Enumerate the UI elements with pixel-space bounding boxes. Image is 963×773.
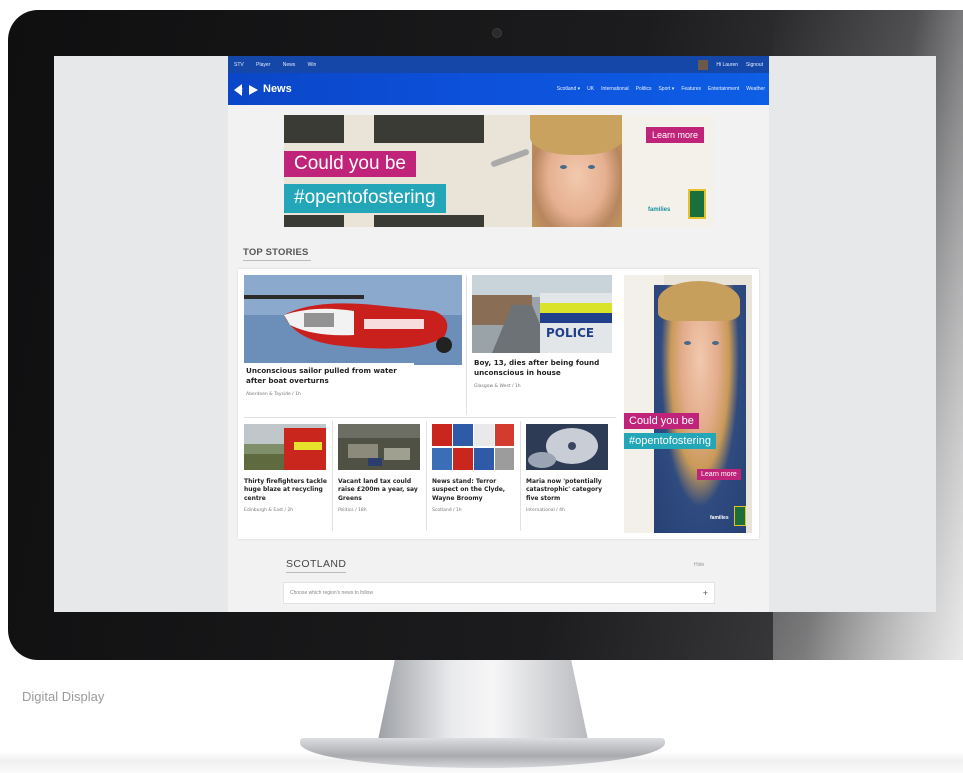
headline-text: Maria now 'potentially catastrophic' cat…: [526, 478, 602, 502]
nav-item-international[interactable]: International: [601, 86, 629, 92]
headline-text: Boy, 13, dies after being found unconsci…: [474, 358, 600, 377]
small-story-card[interactable]: Vacant land tax could raise £200m a year…: [338, 424, 422, 524]
utility-links: STV Player News Win: [234, 62, 327, 68]
divider: [426, 421, 427, 531]
nav-item-politics[interactable]: Politics: [636, 86, 652, 92]
util-link-player[interactable]: Player: [256, 62, 270, 68]
story-meta: Glasgow & West / 1h: [474, 384, 521, 389]
side-ad-child-image: [654, 285, 746, 533]
headline-text: Thirty firefighters tackle huge blaze at…: [244, 478, 327, 502]
small-story-headline[interactable]: News stand: Terror suspect on the Clyde,…: [432, 478, 516, 516]
monitor-screen: STV Player News Win Hi Lauren Signout Ne…: [54, 56, 936, 612]
main-nav: News Scotland ▾ UK International Politic…: [228, 73, 769, 105]
story-meta: Edinburgh & East / 2h: [244, 508, 294, 514]
newspapers-image: [432, 424, 514, 470]
nav-item-features[interactable]: Features: [681, 86, 701, 92]
lead-story-card[interactable]: Unconscious sailor pulled from water aft…: [244, 275, 462, 410]
region-selector[interactable]: Choose which region's news to follow +: [283, 582, 715, 604]
divider: [520, 421, 521, 531]
firefighter-image: [244, 424, 326, 470]
small-story-card[interactable]: Maria now 'potentially catastrophic' cat…: [526, 424, 610, 524]
side-ad-eye: [712, 341, 719, 345]
side-ad-child-hair: [658, 281, 740, 321]
headline-text: News stand: Terror suspect on the Clyde,…: [432, 478, 506, 502]
story-meta: Aberdeen & Tayside / 1h: [246, 392, 301, 397]
title-underline: [243, 260, 311, 261]
storm-satellite-image: [526, 424, 608, 470]
utility-bar: STV Player News Win Hi Lauren Signout: [228, 56, 769, 73]
fostering-side-ad[interactable]: Could you be #opentofostering Learn more…: [624, 275, 752, 533]
monitor-bezel: STV Player News Win Hi Lauren Signout Ne…: [8, 10, 963, 660]
helicopter-image: [244, 275, 462, 365]
side-ad-brand-logo: families: [710, 515, 729, 521]
small-story-headline[interactable]: Thirty firefighters tackle huge blaze at…: [244, 478, 328, 516]
police-car-image: POLICE: [472, 275, 612, 353]
ad-eye: [560, 165, 567, 169]
fostering-ad-banner[interactable]: Could you be #opentofostering Learn more…: [284, 115, 714, 227]
ad-eye: [588, 165, 595, 169]
side-ad-crest-logo: [734, 506, 746, 526]
side-ad-headline-line1: Could you be: [624, 413, 699, 429]
small-story-card[interactable]: News stand: Terror suspect on the Clyde,…: [432, 424, 516, 524]
region-selector-placeholder: Choose which region's news to follow: [290, 590, 373, 596]
side-ad-headline-line2: #opentofostering: [624, 433, 716, 449]
util-link-news[interactable]: News: [283, 62, 296, 68]
monitor-stand-neck: [378, 660, 588, 740]
divider: [244, 417, 616, 418]
ad-learn-more-button[interactable]: Learn more: [646, 127, 705, 143]
logo-text: News: [263, 83, 292, 95]
divider: [332, 421, 333, 531]
nav-item-scotland[interactable]: Scotland ▾: [557, 86, 580, 92]
vacant-land-image: [338, 424, 420, 470]
divider: [466, 275, 467, 415]
util-link-win[interactable]: Win: [308, 62, 317, 68]
plus-icon[interactable]: +: [703, 588, 708, 598]
util-link-stv[interactable]: STV: [234, 62, 244, 68]
ad-headline-line1: Could you be: [284, 151, 416, 177]
small-story-headline[interactable]: Vacant land tax could raise £200m a year…: [338, 478, 422, 516]
story-meta: International / 4h: [526, 508, 565, 514]
headline-text: Unconscious sailor pulled from water aft…: [246, 366, 397, 385]
nav-item-weather[interactable]: Weather: [746, 86, 765, 92]
story-meta: Scotland / 1h: [432, 508, 462, 514]
signout-link[interactable]: Signout: [746, 62, 763, 68]
ad-crest-logo: [688, 189, 706, 219]
side-ad-eye: [684, 341, 691, 345]
nav-item-uk[interactable]: UK: [587, 86, 594, 92]
avatar[interactable]: [698, 59, 709, 70]
scotland-section-title: SCOTLAND: [286, 558, 347, 570]
title-underline: [286, 572, 346, 573]
ad-headline-line2: #opentofostering: [284, 184, 446, 213]
stv-logo-icon: [234, 84, 258, 96]
lead-story-card[interactable]: POLICE Boy, 13, dies after being found u…: [472, 275, 612, 410]
top-stories-title: TOP STORIES: [243, 247, 309, 258]
small-story-headline[interactable]: Maria now 'potentially catastrophic' cat…: [526, 478, 610, 516]
top-stories-grid: Unconscious sailor pulled from water aft…: [238, 269, 759, 539]
hide-link[interactable]: Hide: [694, 562, 704, 568]
nav-items: Scotland ▾ UK International Politics Spo…: [557, 86, 765, 92]
nav-item-entertainment[interactable]: Entertainment: [708, 86, 739, 92]
svg-text:POLICE: POLICE: [546, 326, 594, 340]
ad-brand-logo: families: [648, 207, 671, 213]
lead-story-headline[interactable]: Boy, 13, dies after being found unconsci…: [472, 355, 612, 392]
small-story-card[interactable]: Thirty firefighters tackle huge blaze at…: [244, 424, 328, 524]
ad-child-hair: [530, 115, 624, 155]
user-greeting[interactable]: Hi Lauren: [716, 62, 738, 68]
nav-item-sport[interactable]: Sport ▾: [658, 86, 674, 92]
headline-text: Vacant land tax could raise £200m a year…: [338, 478, 418, 502]
lead-story-headline[interactable]: Unconscious sailor pulled from water aft…: [244, 363, 414, 400]
side-ad-learn-more-button[interactable]: Learn more: [697, 469, 741, 480]
caption-label: Digital Display: [22, 689, 105, 704]
story-meta: Politics / 18h: [338, 508, 367, 514]
news-page: STV Player News Win Hi Lauren Signout Ne…: [228, 56, 769, 612]
camera-icon: [492, 28, 502, 38]
stv-news-logo[interactable]: News: [232, 81, 292, 97]
